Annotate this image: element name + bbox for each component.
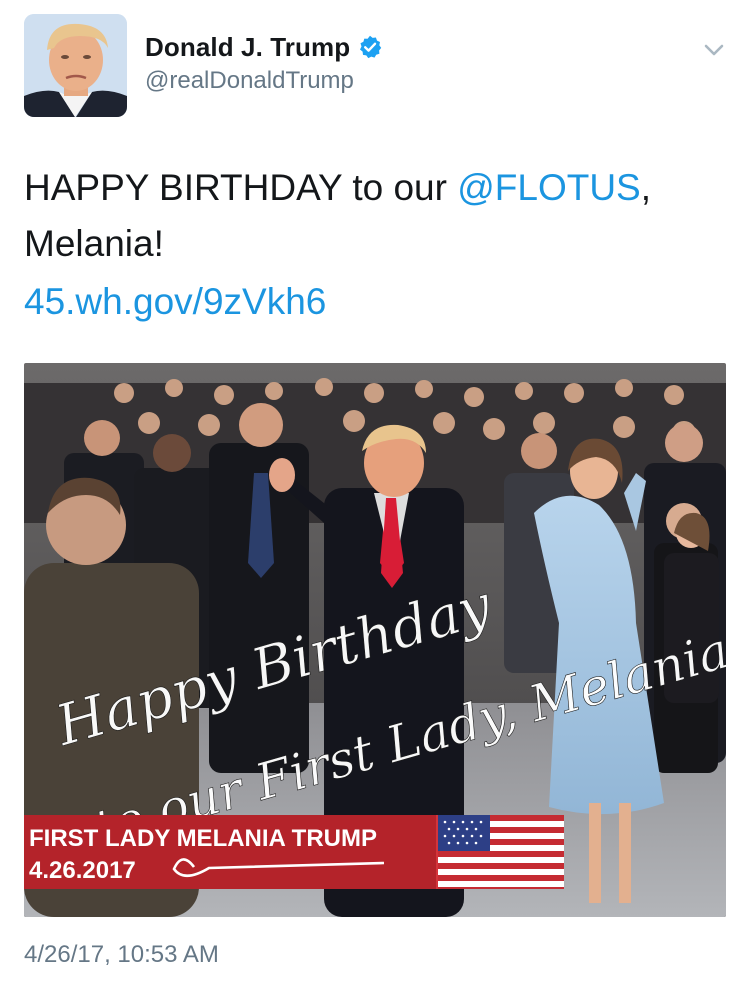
us-flag-icon: [438, 815, 564, 889]
url-link[interactable]: 45.wh.gov/9zVkh6: [24, 281, 326, 322]
tweet-text: HAPPY BIRTHDAY to our @FLOTUS, Melania! …: [24, 160, 724, 328]
chevron-down-icon[interactable]: [702, 38, 726, 62]
media-photo: Happy Birthday to our First Lady, Melani…: [24, 363, 726, 917]
display-name[interactable]: Donald J. Trump: [145, 32, 350, 63]
user-handle[interactable]: @realDonaldTrump: [145, 67, 382, 95]
tweet-text-segment: ,: [640, 167, 652, 208]
avatar-photo: [24, 14, 127, 117]
banner-date: 4.26.2017: [29, 857, 136, 884]
avatar[interactable]: [24, 14, 127, 117]
verified-badge-icon: [358, 35, 382, 59]
tweet-text-line2: Melania!: [24, 223, 164, 264]
tweet-media-image[interactable]: Happy Birthday to our First Lady, Melani…: [24, 363, 726, 917]
user-names: Donald J. Trump @realDonaldTrump: [145, 30, 382, 95]
tweet-header: Donald J. Trump @realDonaldTrump: [24, 14, 726, 120]
mention-link[interactable]: @FLOTUS: [457, 167, 641, 208]
tweet-timestamp[interactable]: 4/26/17, 10:53 AM: [24, 941, 219, 969]
tweet-text-segment: HAPPY BIRTHDAY to our: [24, 167, 458, 208]
banner-title: FIRST LADY MELANIA TRUMP: [29, 825, 377, 852]
display-name-row: Donald J. Trump: [145, 30, 382, 64]
